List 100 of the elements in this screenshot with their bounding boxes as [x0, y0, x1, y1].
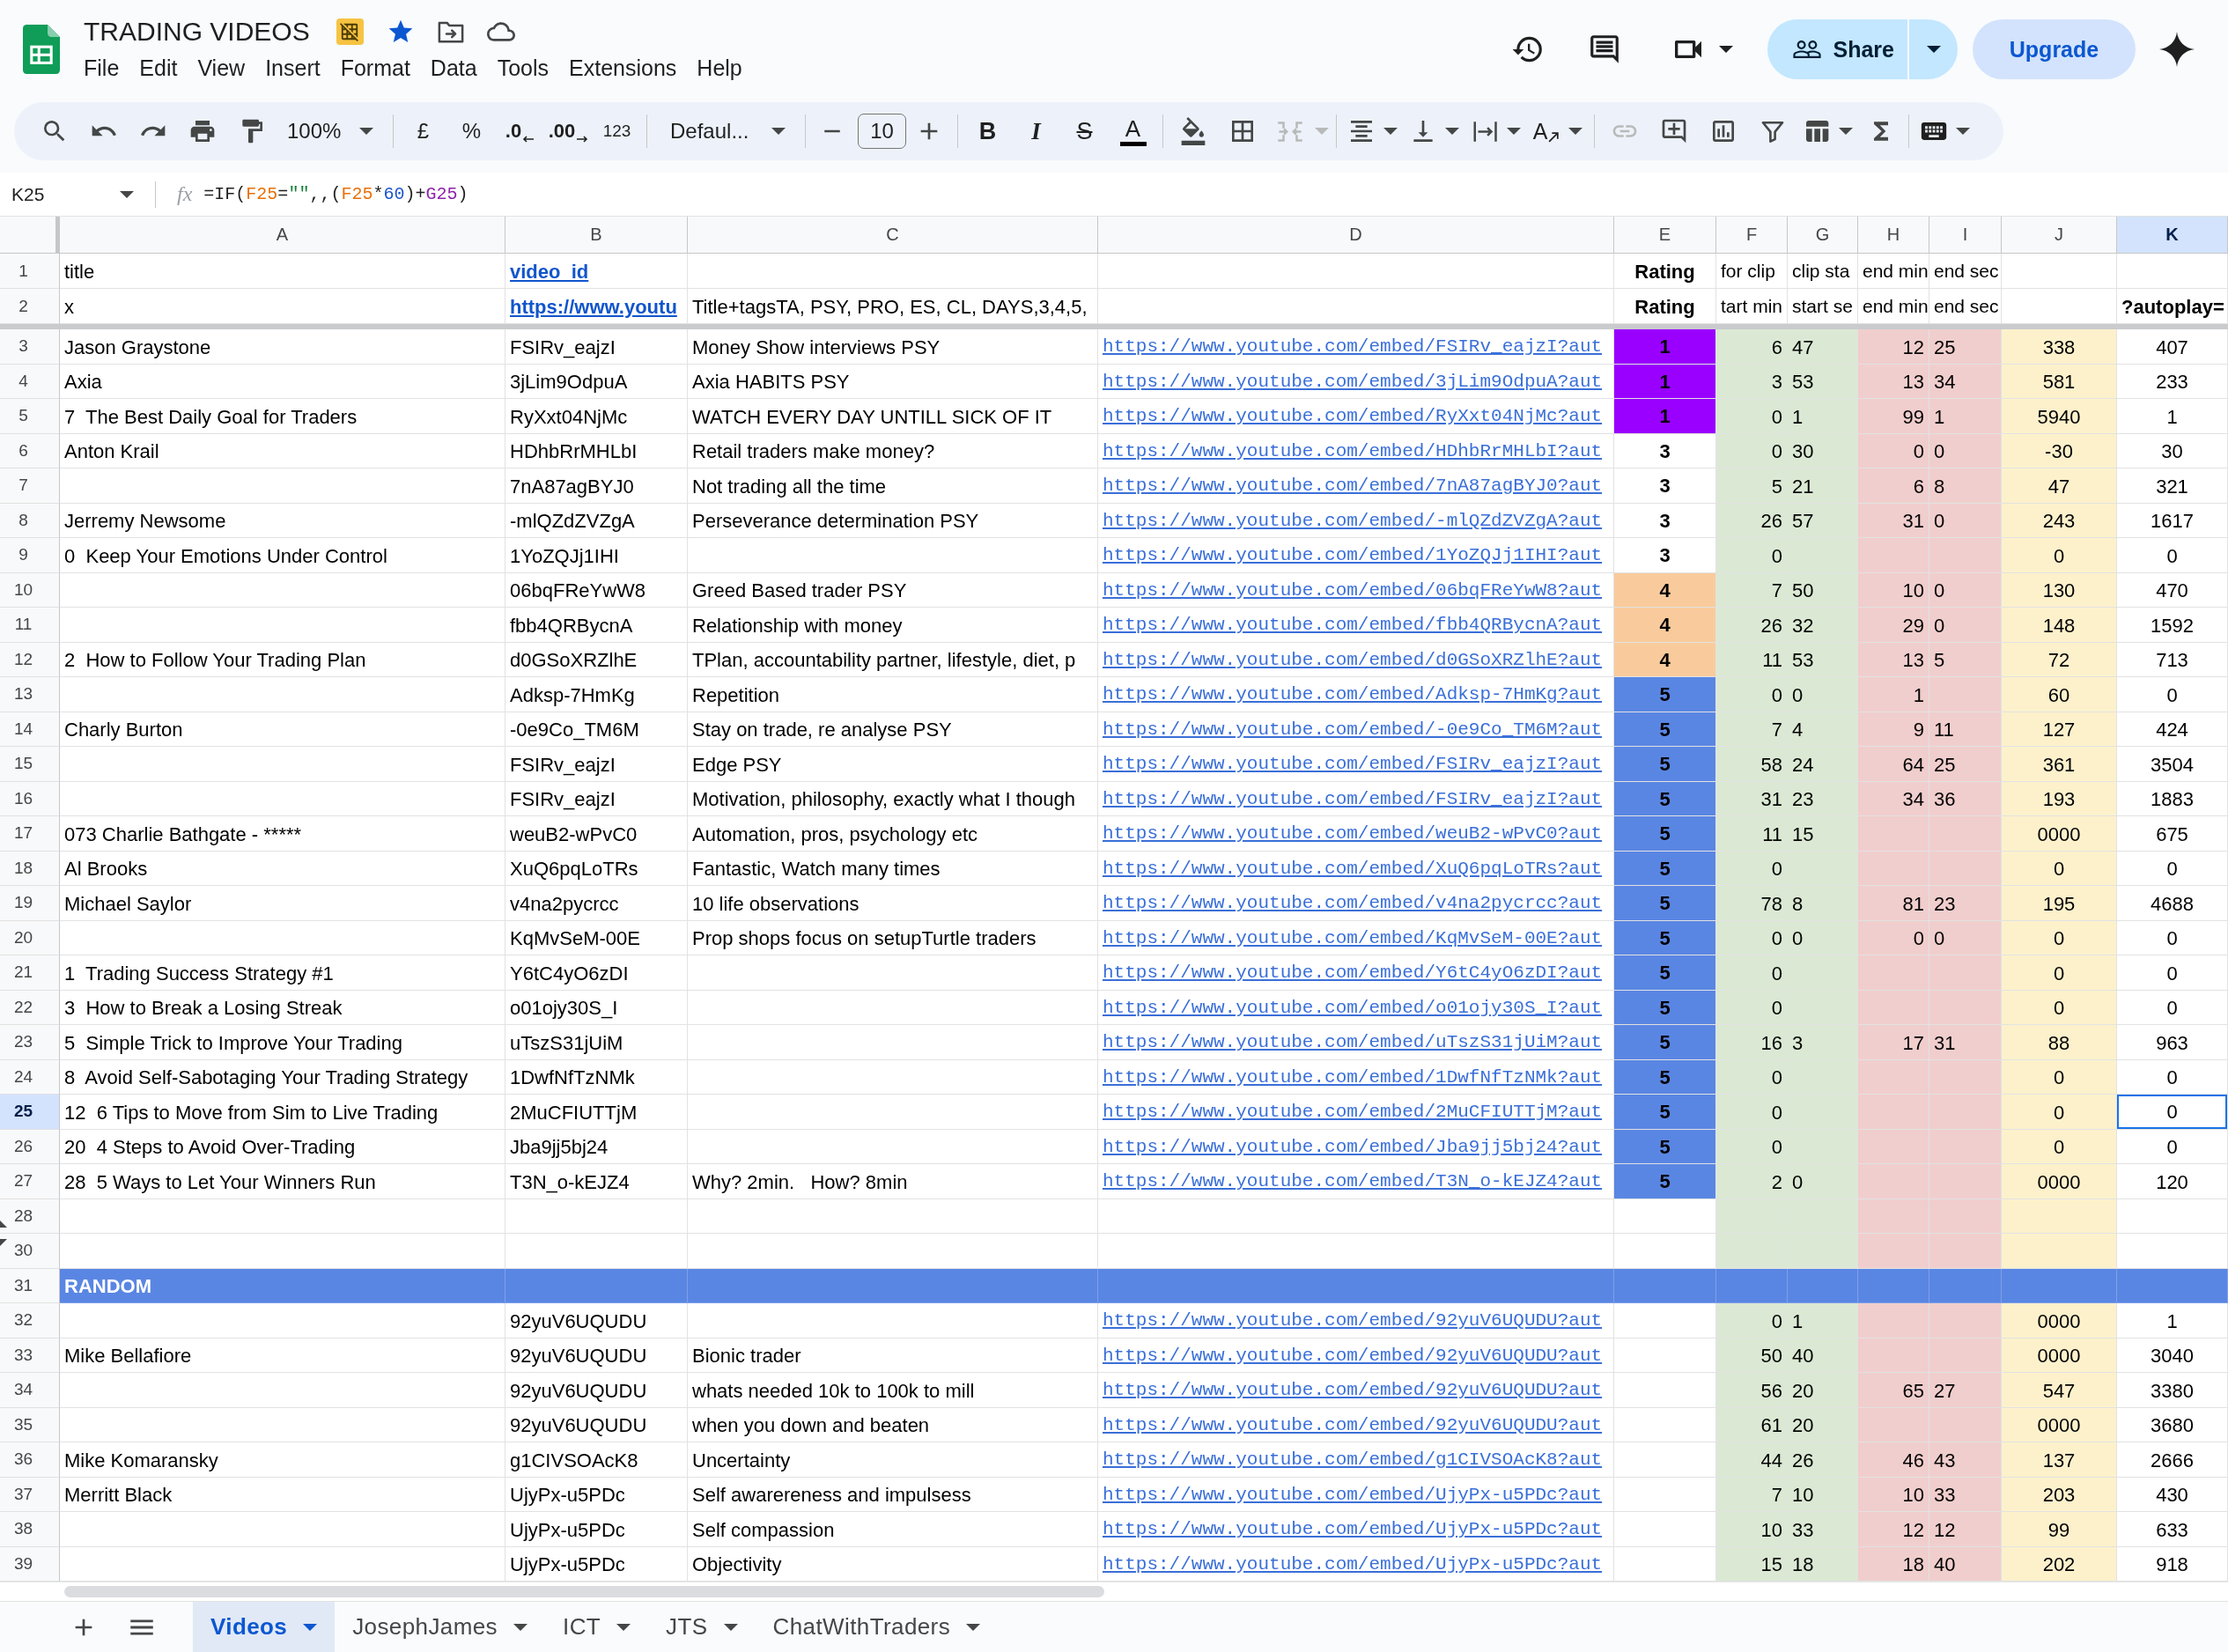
spreadsheet-logo-icon[interactable] [23, 25, 60, 74]
menu-item[interactable]: Tools [497, 55, 550, 81]
upgrade-button[interactable]: Upgrade [1973, 19, 2136, 79]
menu-item[interactable]: Insert [265, 55, 321, 81]
row-header[interactable]: 4 [0, 364, 60, 399]
row-header[interactable]: 10 [0, 572, 60, 608]
youtube-link[interactable]: https://www.youtube.com/embed/o01ojy30S_I?aut [1103, 997, 1603, 1019]
caret-icon[interactable] [1507, 128, 1521, 135]
column-header[interactable]: B [505, 217, 688, 254]
row-header[interactable]: 19 [0, 886, 60, 921]
caret-icon[interactable] [966, 1623, 981, 1631]
youtube-link[interactable]: https://www.youtube.com/embed/fbb4QRBycnA?aut [1103, 615, 1603, 637]
row-header[interactable]: 31 [0, 1268, 60, 1303]
row-header[interactable]: 18 [0, 851, 60, 886]
caret-icon[interactable] [771, 128, 786, 135]
menu-item[interactable]: File [84, 55, 120, 81]
column-header[interactable]: G [1788, 217, 1858, 254]
number-format-button[interactable]: 123 [602, 122, 631, 141]
youtube-link[interactable]: https://www.youtube.com/embed/UjyPx-u5PDc?aut [1103, 1519, 1603, 1541]
formula-field[interactable]: =IF(F25="",,(F25*60)+G25) [203, 184, 468, 204]
caret-icon[interactable] [1718, 46, 1733, 53]
column-header[interactable]: I [1929, 217, 2002, 254]
caret-icon[interactable] [1383, 128, 1398, 135]
increase-decimal-button[interactable]: .00 [548, 120, 589, 143]
row-header[interactable]: 39 [0, 1546, 60, 1582]
sheet-tab[interactable]: JTS [648, 1602, 756, 1652]
row-header[interactable]: 8 [0, 503, 60, 538]
menu-item[interactable]: View [197, 55, 246, 81]
youtube-link[interactable]: https://www.youtube.com/embed/FSIRv_eajzI?aut [1103, 788, 1603, 810]
row-header[interactable]: 1 [0, 254, 60, 289]
decrease-decimal-button[interactable]: .0 [505, 120, 535, 143]
youtube-link[interactable]: https://www.youtube.com/embed/1YoZQJj1IHI?aut [1103, 545, 1603, 567]
youtube-link[interactable]: https://www.youtube.com/embed/Y6tC4yO6zDI?aut [1103, 962, 1603, 985]
caret-icon[interactable] [513, 1623, 527, 1631]
row-header[interactable]: 15 [0, 747, 60, 782]
column-header[interactable]: A [60, 217, 505, 254]
row-header[interactable]: 36 [0, 1442, 60, 1478]
youtube-link[interactable]: https://www.youtube.com/embed/KqMvSeM-00E?aut [1103, 927, 1603, 949]
youtube-link[interactable]: https://www.youtube.com/embed/-0e9Co_TM6M?aut [1103, 719, 1603, 741]
column-header[interactable]: D [1098, 217, 1614, 254]
youtube-link[interactable]: https://www.youtube.com/embed/-mlQZdZVZgA?aut [1103, 510, 1603, 532]
row-header[interactable]: 26 [0, 1129, 60, 1164]
row-header[interactable]: 5 [0, 399, 60, 434]
zoom-dropdown[interactable]: 100% [277, 119, 387, 144]
text-color-button[interactable]: A [1119, 116, 1147, 146]
youtube-link[interactable]: https://www.youtube.com/embed/HDhbRrMHLbI?aut [1103, 440, 1603, 462]
youtube-link[interactable]: https://www.youtube.com/embed/T3N_o-kEJZ4?aut [1103, 1171, 1603, 1193]
text-overflow-icon[interactable] [1472, 120, 1497, 143]
folder-arrow-icon[interactable] [437, 20, 464, 43]
youtube-link[interactable]: https://www.youtube.com/embed/1DwfNfTzNMk?aut [1103, 1066, 1603, 1088]
column-header[interactable]: C [688, 217, 1098, 254]
menu-item[interactable]: Format [340, 55, 410, 81]
youtube-link[interactable]: https://www.youtube.com/embed/v4na2pycrcc?aut [1103, 893, 1603, 915]
column-header[interactable]: E [1614, 217, 1716, 254]
youtube-link[interactable]: https://www.youtube.com/embed/FSIRv_eajzI?aut [1103, 336, 1603, 358]
triangle-icon[interactable] [0, 1221, 7, 1228]
row-header[interactable]: 30 [0, 1234, 60, 1269]
row-header[interactable]: 7 [0, 468, 60, 504]
row-header[interactable]: 25 [0, 1095, 60, 1130]
row-header[interactable]: 24 [0, 1059, 60, 1095]
bold-button[interactable]: B [978, 117, 997, 145]
row-header[interactable]: 34 [0, 1373, 60, 1408]
menu-item[interactable]: Extensions [569, 55, 677, 81]
currency-button[interactable]: £ [417, 119, 430, 144]
filter-icon[interactable] [1761, 120, 1784, 143]
sheet-tab[interactable]: JosephJames [335, 1602, 545, 1652]
row-header[interactable]: 22 [0, 990, 60, 1025]
youtube-link[interactable]: https://www.youtube.com/embed/RyXxt04NjMc?aut [1103, 406, 1603, 428]
row-header[interactable]: 14 [0, 712, 60, 747]
youtube-link[interactable]: https://www.youtube.com/embed/XuQ6pqLoTRs?aut [1103, 858, 1603, 880]
strikethrough-button[interactable]: S [1076, 117, 1093, 145]
font-size-field[interactable]: 10 [858, 114, 906, 149]
youtube-link[interactable]: https://www.youtube.com/embed/g1CIVSOAcK8?aut [1103, 1449, 1603, 1471]
row-header[interactable]: 23 [0, 1025, 60, 1060]
youtube-link[interactable]: https://www.youtube.com/embed/Jba9jj5bj24?aut [1103, 1136, 1603, 1158]
youtube-link[interactable]: https://www.youtube.com/embed/7nA87agBYJ0?aut [1103, 476, 1603, 498]
selected-cell[interactable]: 0 [2117, 1095, 2228, 1130]
column-header[interactable]: H [1858, 217, 1929, 254]
youtube-link[interactable]: https://www.youtube.com/embed/uTszS31jUiM?aut [1103, 1032, 1603, 1054]
row-header[interactable]: 12 [0, 642, 60, 677]
caret-icon[interactable] [359, 128, 373, 135]
caret-icon[interactable] [723, 1623, 738, 1631]
sheet-tab[interactable]: ChatWithTraders [755, 1602, 999, 1652]
crossed-grid-icon[interactable] [336, 18, 364, 45]
row-header[interactable]: 28 [0, 1198, 60, 1234]
caret-icon[interactable] [1926, 46, 1941, 53]
row-header[interactable]: 3 [0, 329, 60, 365]
youtube-link[interactable]: https://www.youtube.com/embed/UjyPx-u5PDc?aut [1103, 1484, 1603, 1506]
column-header[interactable]: J [2002, 217, 2117, 254]
header-link[interactable]: video_id [510, 260, 589, 284]
youtube-link[interactable]: https://www.youtube.com/embed/92yuV6UQUDU?aut [1103, 1380, 1603, 1402]
row-header[interactable]: 9 [0, 538, 60, 573]
row-header[interactable]: 17 [0, 816, 60, 852]
paint-bucket-icon[interactable] [1179, 117, 1207, 145]
youtube-link[interactable]: https://www.youtube.com/embed/UjyPx-u5PDc?aut [1103, 1553, 1603, 1575]
row-header[interactable]: 2 [0, 289, 60, 324]
menu-item[interactable]: Edit [139, 55, 178, 81]
menu-item[interactable]: Data [430, 55, 477, 81]
youtube-link[interactable]: https://www.youtube.com/embed/weuB2-wPvC0?aut [1103, 823, 1603, 845]
font-dropdown[interactable]: Defaul... [653, 119, 800, 144]
